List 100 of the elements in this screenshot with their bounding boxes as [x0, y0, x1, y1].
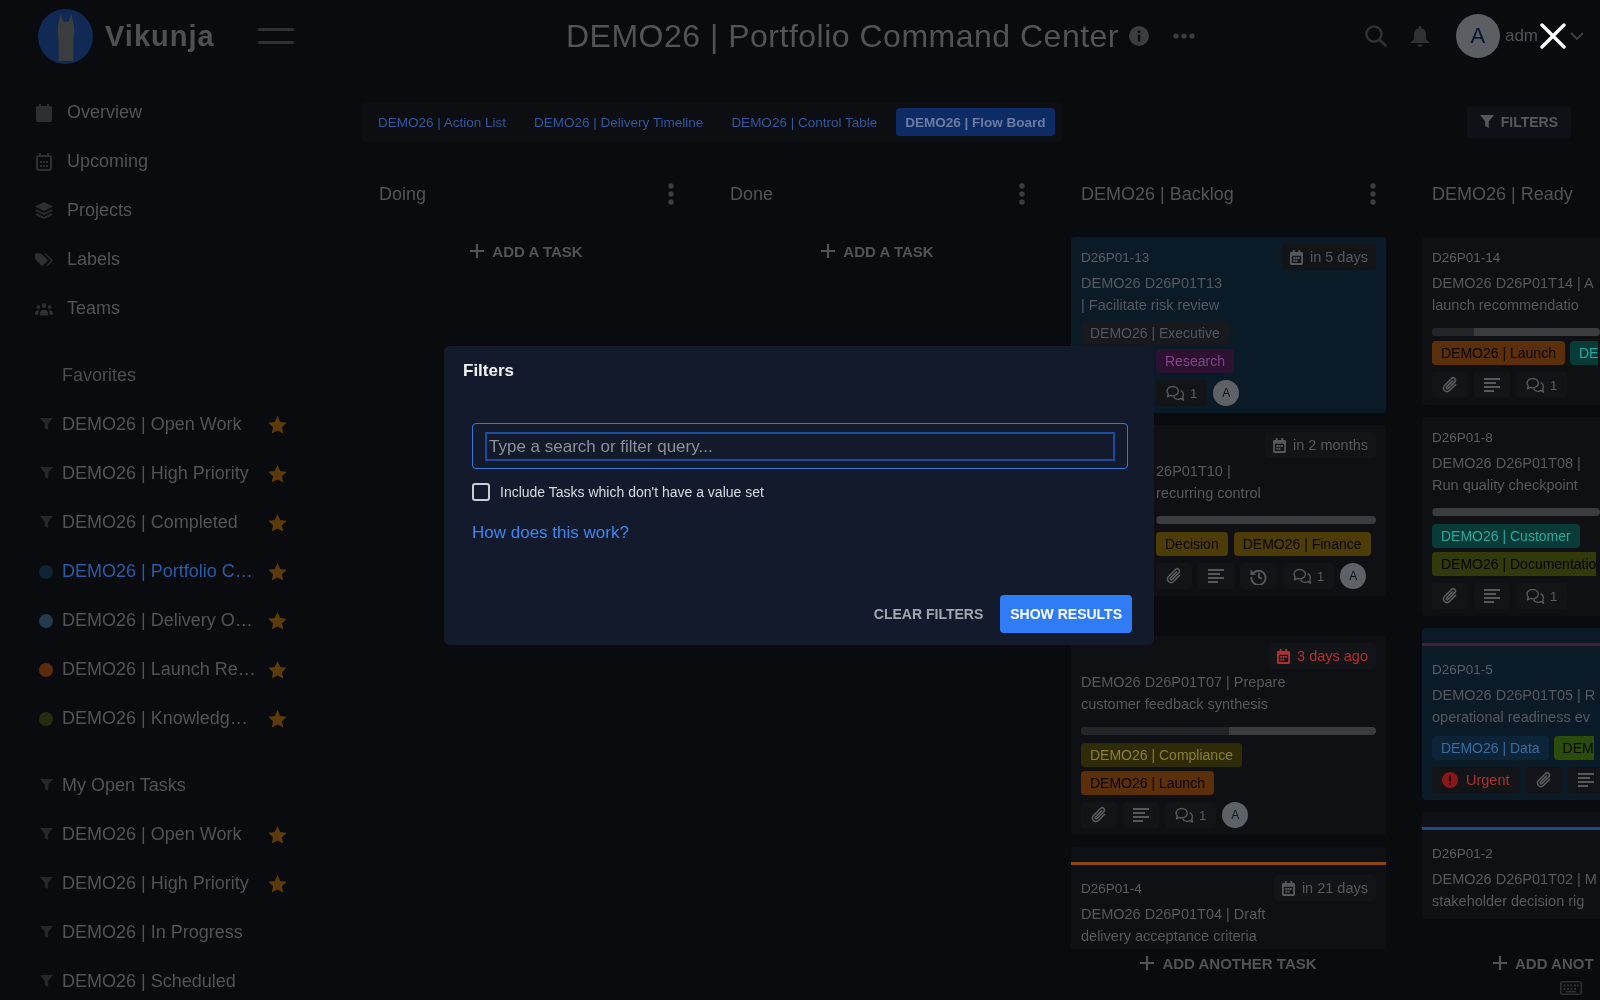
task-title: DEMO26 D26P01T14 | A launch recommendatio	[1432, 274, 1595, 315]
task-card[interactable]: 3 days ago DEMO26 D26P01T07 | Prepare customer feedback synthesis DEMO26 | Compliance DEMO26 | Launch 1 A	[1071, 636, 1386, 835]
sidebar-item[interactable]: DEMO26 | Delivery O…	[0, 596, 362, 645]
task-id: D26P01-8	[1432, 429, 1493, 445]
llama-logo-icon[interactable]	[38, 8, 93, 64]
view-tab[interactable]: DEMO26 | Delivery Timeline	[525, 108, 713, 136]
comment-count: 1	[1550, 588, 1558, 604]
star-icon[interactable]	[268, 709, 287, 728]
comment-count: 1	[1550, 377, 1558, 393]
filter-icon	[39, 779, 53, 792]
star-icon[interactable]	[268, 464, 287, 483]
close-icon[interactable]	[1540, 23, 1566, 49]
task-id: D26P01-13	[1081, 249, 1150, 265]
add-task-button[interactable]: ADD A TASK	[369, 237, 684, 265]
sidebar-item[interactable]: DEMO26 | Launch Re…	[0, 645, 362, 694]
star-icon[interactable]	[268, 562, 287, 581]
sidebar-item[interactable]: DEMO26 | Open Work	[0, 810, 362, 859]
checkbox[interactable]	[472, 483, 490, 501]
username[interactable]: adm	[1504, 26, 1538, 46]
task-id: D26P01-4	[1081, 880, 1142, 896]
kebab-menu-icon[interactable]	[668, 183, 674, 205]
text-button[interactable]: CLEAR FILTERS	[873, 606, 984, 622]
task-id: D26P01-5	[1432, 661, 1493, 677]
sidebar-item[interactable]: My Open Tasks	[0, 761, 362, 810]
task-card[interactable]: D26P01-14 DEMO26 D26P01T14 | A launch recommendatio DEMO26 | Launch DE 1	[1422, 237, 1600, 405]
star-icon[interactable]	[268, 611, 287, 630]
task-title: DEMO26 D26P01T07 | Prepare customer feedback synthesis	[1081, 673, 1287, 714]
sidebar-item[interactable]: DEMO26 | Completed	[0, 498, 362, 547]
calendar-icon	[1277, 648, 1291, 664]
star-icon[interactable]	[268, 660, 287, 679]
sidebar-item[interactable]: DEMO26 | In Progress	[0, 908, 362, 957]
view-tab[interactable]: DEMO26 | Control Table	[722, 108, 887, 136]
kebab-menu-icon[interactable]	[1019, 183, 1025, 205]
filter-icon	[39, 975, 53, 988]
nav-link[interactable]: Labels	[0, 235, 362, 284]
task-card[interactable]: D26P01-5 DEMO26 D26P01T05 | R operational readiness ev DEMO26 | Data DEM Urgent	[1422, 628, 1600, 800]
sidebar-item[interactable]: DEMO26 | High Priority	[0, 449, 362, 498]
comments-icon	[1526, 587, 1545, 605]
add-task-button[interactable]: ADD A TASK	[720, 237, 1035, 265]
view-tab[interactable]: DEMO26 | Flow Board	[896, 108, 1055, 136]
comment-count: 1	[1190, 385, 1198, 401]
add-task-button[interactable]: ADD ANOTHER TASK	[1071, 949, 1386, 977]
star-icon[interactable]	[268, 874, 287, 893]
label-tag: DEMO26 | Customer	[1432, 524, 1580, 548]
filter-icon	[1479, 115, 1494, 129]
project-title: DEMO26 | Portfolio Command Center	[566, 17, 1119, 55]
task-title: DEMO26 D26P01T04 | Draft delivery acceptance criteria	[1081, 905, 1267, 946]
text-lines-icon	[1123, 802, 1159, 828]
column-title: Doing	[379, 183, 427, 205]
paperclip-icon	[1525, 767, 1562, 793]
text-lines-icon	[1567, 767, 1600, 793]
filter-icon	[39, 877, 53, 890]
search-icon[interactable]	[1364, 25, 1387, 47]
checkbox-label: Include Tasks which don't have a value set	[500, 484, 764, 500]
sidebar-item[interactable]: DEMO26 | Knowledg…	[0, 694, 362, 743]
due-date-text: in 21 days	[1301, 880, 1368, 896]
task-card[interactable]: D26P01-4 in 21 days DEMO26 D26P01T04 | Draft delivery acceptance criteria	[1071, 847, 1386, 949]
chevron-down-icon[interactable]	[1570, 32, 1584, 40]
filters-button[interactable]: FILTERS	[1466, 106, 1571, 138]
filter-icon	[39, 418, 53, 431]
task-card[interactable]: D26P01-13 in 5 days DEMO26 D26P01T13 | Facilitate risk review DEMO26 | Executive Research 1 A	[1071, 237, 1386, 413]
label-tag: DEMO26 | Launch	[1081, 771, 1214, 795]
filter-query-field[interactable]: Type a search or filter query...	[472, 423, 1128, 469]
submit-button[interactable]: SHOW RESULTS	[1000, 595, 1132, 633]
filter-icon	[39, 467, 53, 480]
layers-icon	[35, 202, 53, 219]
add-task-button[interactable]: ADD ANOT	[1422, 949, 1600, 977]
more-options-icon[interactable]	[1173, 33, 1195, 39]
kebab-menu-icon[interactable]	[1370, 183, 1376, 205]
exclamation-icon	[1442, 772, 1458, 788]
nav-link[interactable]: Teams	[0, 284, 362, 333]
sidebar-item[interactable]: DEMO26 | High Priority	[0, 859, 362, 908]
nav-link[interactable]: Projects	[0, 186, 362, 235]
section-heading: Favorites	[61, 364, 138, 387]
task-id: D26P01-14	[1432, 249, 1501, 265]
view-tab[interactable]: DEMO26 | Action List	[369, 108, 516, 136]
keyboard-icon[interactable]	[1560, 981, 1582, 995]
plus-icon	[821, 244, 836, 258]
info-icon[interactable]	[1129, 26, 1149, 46]
help-link[interactable]: How does this work?	[472, 523, 629, 543]
user-avatar[interactable]: A	[1455, 14, 1500, 58]
bell-icon[interactable]	[1410, 25, 1429, 47]
star-icon[interactable]	[268, 415, 287, 434]
paperclip-icon	[1156, 563, 1192, 589]
column-title: DEMO26 | Ready	[1432, 183, 1573, 205]
menu-icon[interactable]	[257, 28, 294, 44]
brand-name: Vikunja	[105, 19, 215, 53]
star-icon[interactable]	[268, 513, 287, 532]
nav-link[interactable]: Overview	[0, 88, 362, 137]
sidebar-item[interactable]: DEMO26 | Open Work	[0, 400, 362, 449]
comment-count: 1	[1317, 568, 1325, 584]
star-icon[interactable]	[268, 825, 287, 844]
nav-link[interactable]: Upcoming	[0, 137, 362, 186]
filter-icon	[39, 926, 53, 939]
people-icon	[35, 300, 53, 317]
filter-icon	[39, 516, 53, 529]
sidebar-item[interactable]: DEMO26 | Portfolio C…	[0, 547, 362, 596]
task-card[interactable]: D26P01-2 DEMO26 D26P01T02 | M stakeholder decision rig	[1422, 812, 1600, 919]
task-title: DEMO26 D26P01T02 | M stakeholder decision rig	[1432, 870, 1598, 911]
sidebar-item[interactable]: DEMO26 | Scheduled	[0, 957, 362, 1000]
